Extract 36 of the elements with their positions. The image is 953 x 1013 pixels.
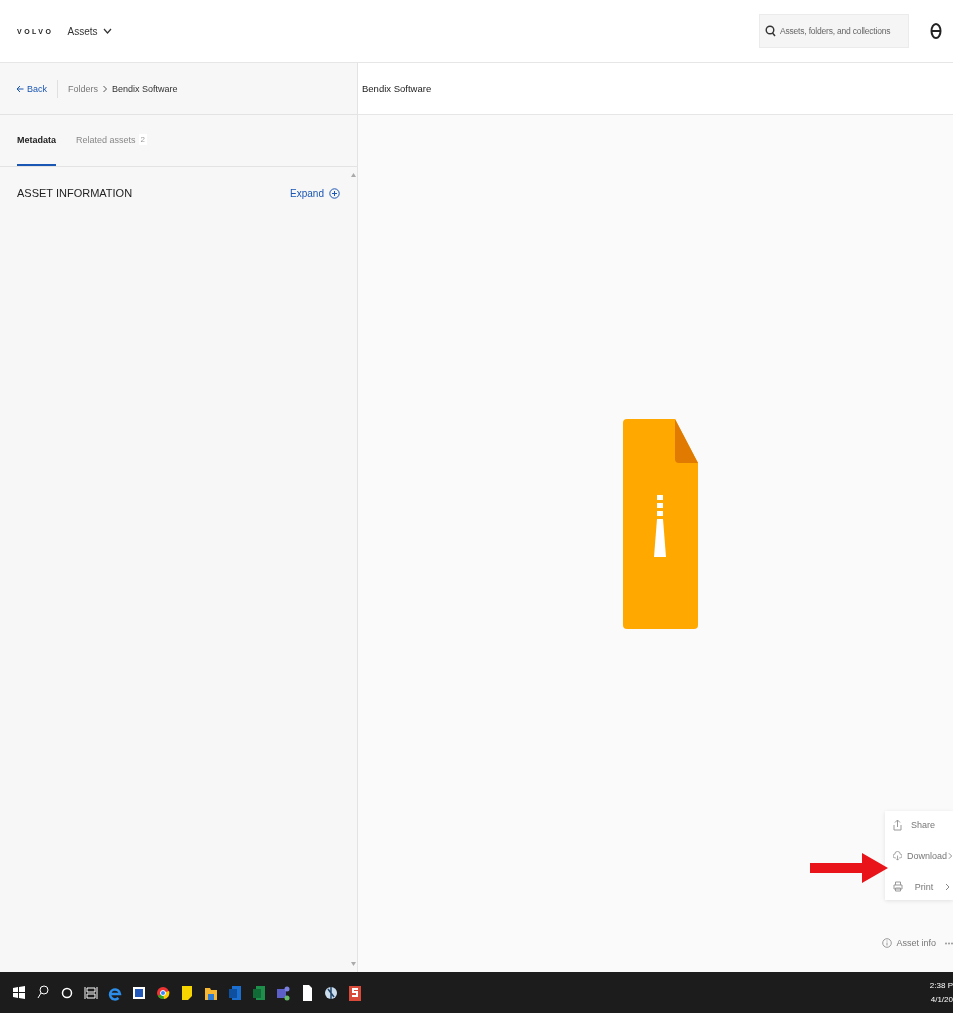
sticky-icon[interactable]	[180, 983, 194, 1002]
assets-menu[interactable]: Assets	[67, 25, 112, 37]
preview-title: Bendix Software	[362, 83, 432, 94]
search-field[interactable]: Assets, folders, and collections	[759, 14, 909, 48]
sheet-icon[interactable]	[252, 983, 266, 1002]
document-icon[interactable]	[300, 983, 314, 1002]
windows-icon[interactable]	[12, 983, 26, 1002]
zip-file-icon	[623, 419, 698, 629]
menu-item[interactable]: Print	[893, 881, 953, 892]
back-link[interactable]: Back	[16, 83, 47, 94]
asset-info-button[interactable]: Asset info	[882, 938, 936, 948]
printer-icon	[893, 881, 903, 892]
search-icon	[765, 25, 776, 37]
clock-date[interactable]: 4/1/20	[930, 995, 953, 1004]
user-icon	[930, 22, 942, 40]
tab[interactable]: Related assets 2	[76, 115, 147, 166]
share-icon	[893, 819, 902, 831]
chevron-icon	[945, 882, 950, 891]
chevron-icon	[948, 852, 953, 860]
expand-button[interactable]: Expand	[290, 187, 340, 199]
clock-time[interactable]: 2:38 P	[929, 981, 953, 990]
breadcrumb-link[interactable]: Folders	[68, 83, 99, 94]
slides-icon[interactable]	[348, 983, 362, 1002]
plus-circle-icon	[329, 187, 340, 199]
menu-item[interactable]: Share	[893, 819, 953, 831]
back-arrow-icon	[16, 84, 24, 93]
mail-icon[interactable]	[228, 983, 242, 1002]
tab[interactable]: Metadata	[17, 115, 56, 166]
breadcrumb-link[interactable]: Bendix Software	[112, 83, 178, 94]
menu-item[interactable]: Download	[893, 851, 953, 861]
section-title: ASSET INFORMATION	[17, 187, 133, 199]
cloud-download-icon	[893, 851, 903, 861]
chevron-icon	[102, 84, 109, 93]
chevron-icon	[102, 28, 112, 34]
count-badge: 2	[138, 134, 147, 145]
info-icon	[882, 938, 893, 948]
